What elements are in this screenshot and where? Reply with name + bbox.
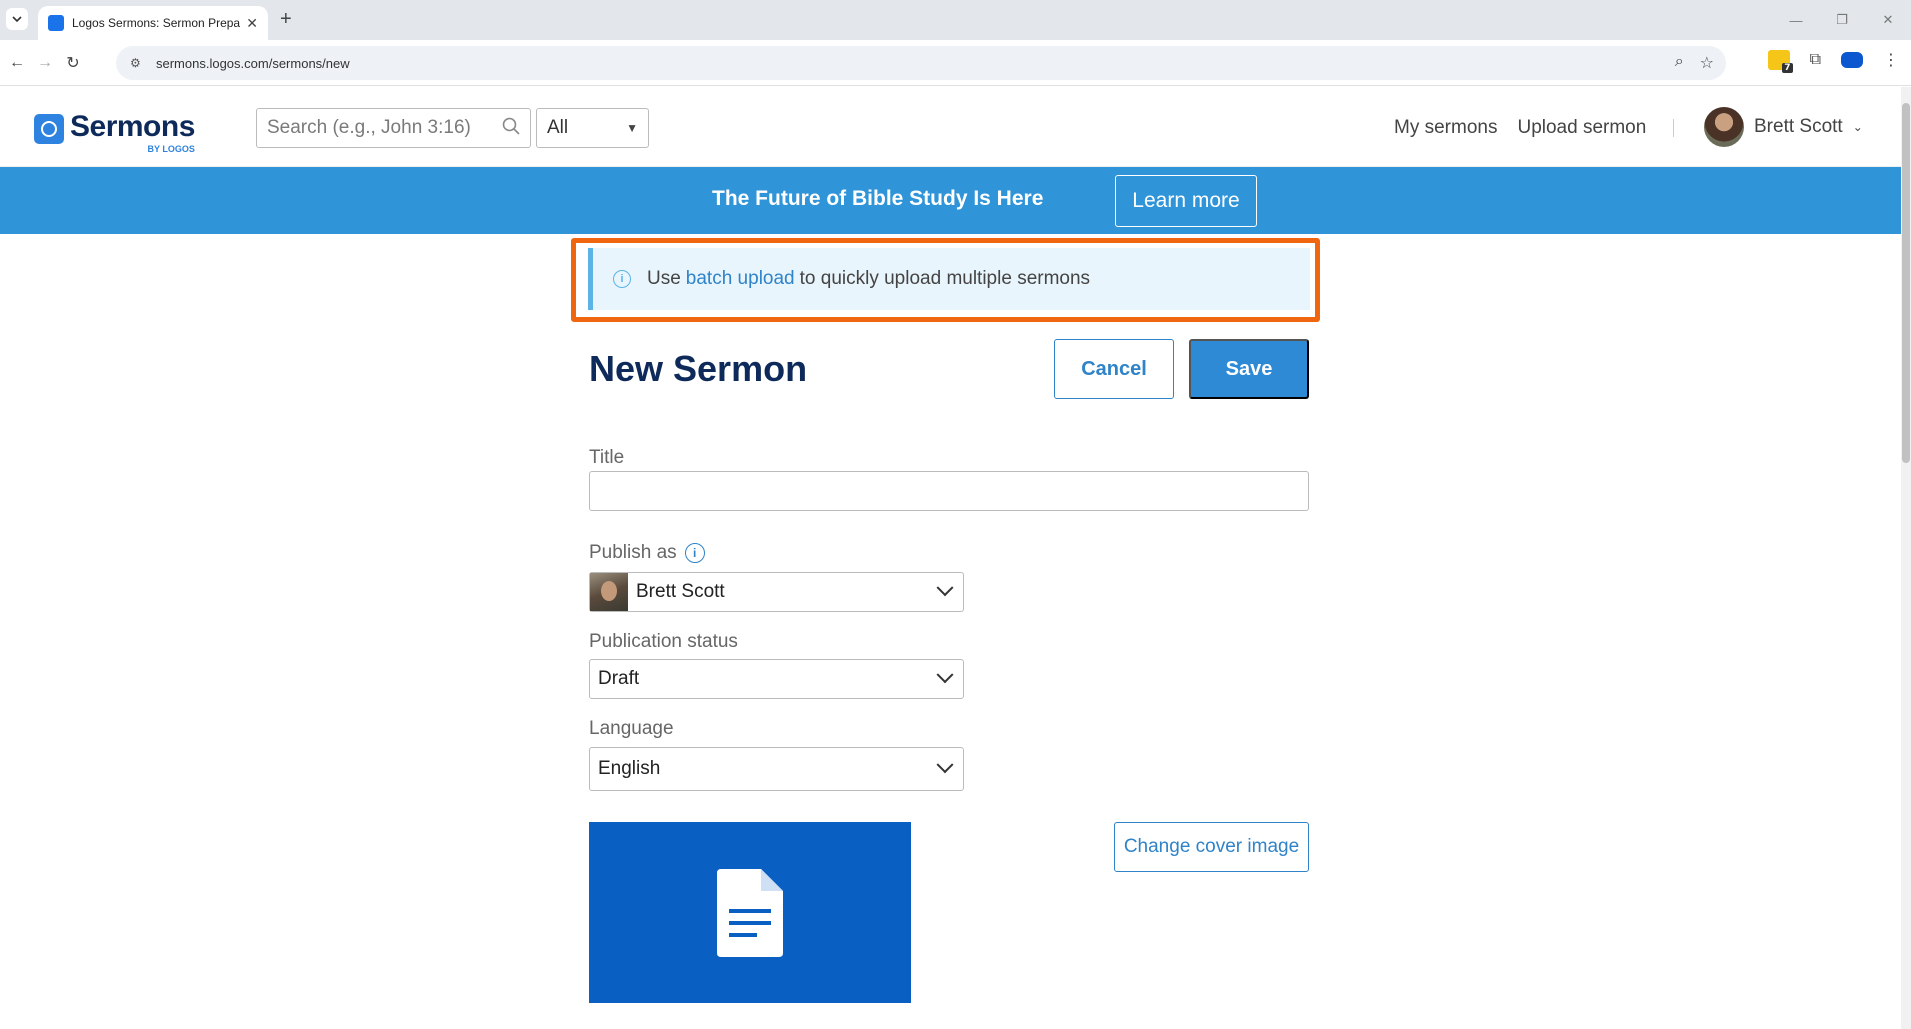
avatar bbox=[590, 573, 628, 611]
search-icon[interactable] bbox=[502, 117, 520, 140]
scrollbar-thumb[interactable] bbox=[1902, 103, 1910, 463]
user-name: Brett Scott bbox=[1754, 116, 1843, 137]
address-bar-actions: ⌕ ☆ bbox=[1675, 53, 1714, 73]
chevron-down-icon: ▼ bbox=[626, 121, 638, 135]
address-bar[interactable]: ⚙ sermons.logos.com/sermons/new ⌕ ☆ bbox=[116, 46, 1726, 80]
browser-tab-bar: Logos Sermons: Sermon Prepar ✕ + — ❐ ✕ bbox=[0, 0, 1911, 40]
tab-list-button[interactable] bbox=[6, 8, 28, 30]
language-value: English bbox=[598, 758, 661, 779]
publish-as-select[interactable]: Brett Scott bbox=[589, 572, 964, 612]
extension-badge: 7 bbox=[1782, 63, 1793, 73]
publication-status-select[interactable]: Draft bbox=[589, 659, 964, 699]
title-input[interactable] bbox=[589, 471, 1309, 511]
change-cover-image-button[interactable]: Change cover image bbox=[1114, 822, 1309, 872]
restore-icon[interactable]: ❐ bbox=[1819, 0, 1865, 40]
chevron-down-icon bbox=[936, 579, 954, 597]
browser-toolbar: ← → ↻ ⚙ sermons.logos.com/sermons/new ⌕ … bbox=[0, 40, 1911, 86]
url-text: sermons.logos.com/sermons/new bbox=[156, 55, 350, 71]
promo-text: The Future of Bible Study Is Here bbox=[712, 187, 1044, 210]
cancel-button[interactable]: Cancel bbox=[1054, 339, 1174, 399]
search-scope-select[interactable]: All ▼ bbox=[536, 108, 649, 148]
save-button[interactable]: Save bbox=[1189, 339, 1309, 399]
publish-as-label: Publish as i bbox=[589, 542, 705, 564]
chevron-down-icon bbox=[936, 756, 954, 774]
nav-my-sermons[interactable]: My sermons bbox=[1394, 117, 1497, 139]
new-tab-button[interactable]: + bbox=[280, 9, 292, 29]
browser-tab[interactable]: Logos Sermons: Sermon Prepar ✕ bbox=[38, 6, 268, 40]
chevron-down-icon: ⌄ bbox=[1852, 120, 1863, 134]
site-search bbox=[256, 108, 531, 148]
extension-icon[interactable]: 7 bbox=[1767, 50, 1793, 73]
info-icon[interactable]: i bbox=[684, 542, 705, 563]
page-scrollbar[interactable] bbox=[1901, 87, 1911, 1029]
alert-prefix: Use bbox=[647, 268, 681, 289]
site-header: Sermons BY LOGOS All ▼ My sermons Upload… bbox=[0, 87, 1901, 167]
reload-icon[interactable]: ↻ bbox=[62, 52, 84, 74]
cover-image bbox=[589, 822, 911, 1003]
batch-upload-alert: i Use batch upload to quickly upload mul… bbox=[588, 248, 1310, 310]
search-input[interactable] bbox=[267, 117, 487, 139]
toolbar-extensions: 7 ⧉ ⋮ bbox=[1767, 50, 1899, 73]
close-icon[interactable]: ✕ bbox=[246, 15, 258, 32]
language-label: Language bbox=[589, 718, 674, 739]
publication-status-value: Draft bbox=[598, 668, 640, 689]
chevron-down-icon bbox=[12, 16, 22, 23]
publish-as-value: Brett Scott bbox=[636, 581, 725, 602]
publish-as-label-text: Publish as bbox=[589, 542, 677, 563]
back-icon[interactable]: ← bbox=[6, 52, 28, 74]
page-title: New Sermon bbox=[589, 348, 808, 389]
tab-title: Logos Sermons: Sermon Prepar bbox=[72, 16, 241, 30]
logo-text: Sermons bbox=[70, 110, 195, 143]
bookmark-star-icon[interactable]: ☆ bbox=[1700, 53, 1714, 73]
learn-more-button[interactable]: Learn more bbox=[1115, 175, 1257, 227]
nav-upload-sermon[interactable]: Upload sermon bbox=[1517, 117, 1646, 139]
top-nav: My sermons Upload sermon bbox=[1394, 117, 1646, 139]
publication-status-label: Publication status bbox=[589, 631, 738, 652]
forward-icon[interactable]: → bbox=[34, 52, 56, 74]
site-settings-icon[interactable]: ⚙ bbox=[130, 55, 146, 71]
avatar bbox=[1704, 107, 1744, 147]
chevron-down-icon bbox=[936, 666, 954, 684]
sermons-logo[interactable]: Sermons BY LOGOS bbox=[34, 110, 195, 154]
minimize-icon[interactable]: — bbox=[1773, 0, 1819, 40]
batch-upload-link[interactable]: batch upload bbox=[686, 268, 795, 290]
alert-suffix: to quickly upload multiple sermons bbox=[799, 268, 1091, 289]
promo-banner: The Future of Bible Study Is Here Learn … bbox=[0, 167, 1901, 234]
logo-subtext: BY LOGOS bbox=[147, 144, 195, 154]
profile-icon[interactable] bbox=[1841, 52, 1863, 68]
document-icon bbox=[717, 868, 783, 957]
puzzle-icon[interactable]: ⧉ bbox=[1810, 51, 1821, 69]
window-controls: — ❐ ✕ bbox=[1773, 0, 1911, 40]
zoom-icon[interactable]: ⌕ bbox=[1675, 53, 1684, 73]
nav-divider bbox=[1673, 119, 1674, 137]
language-select[interactable]: English bbox=[589, 747, 964, 791]
more-menu-icon[interactable]: ⋮ bbox=[1883, 50, 1899, 70]
favicon-icon bbox=[48, 15, 64, 31]
scope-value: All bbox=[547, 117, 569, 138]
close-window-icon[interactable]: ✕ bbox=[1865, 0, 1911, 40]
title-label: Title bbox=[589, 447, 625, 468]
user-menu[interactable]: Brett Scott ⌄ bbox=[1704, 107, 1863, 147]
logo-mark-icon bbox=[34, 114, 64, 144]
info-icon: i bbox=[613, 270, 631, 288]
